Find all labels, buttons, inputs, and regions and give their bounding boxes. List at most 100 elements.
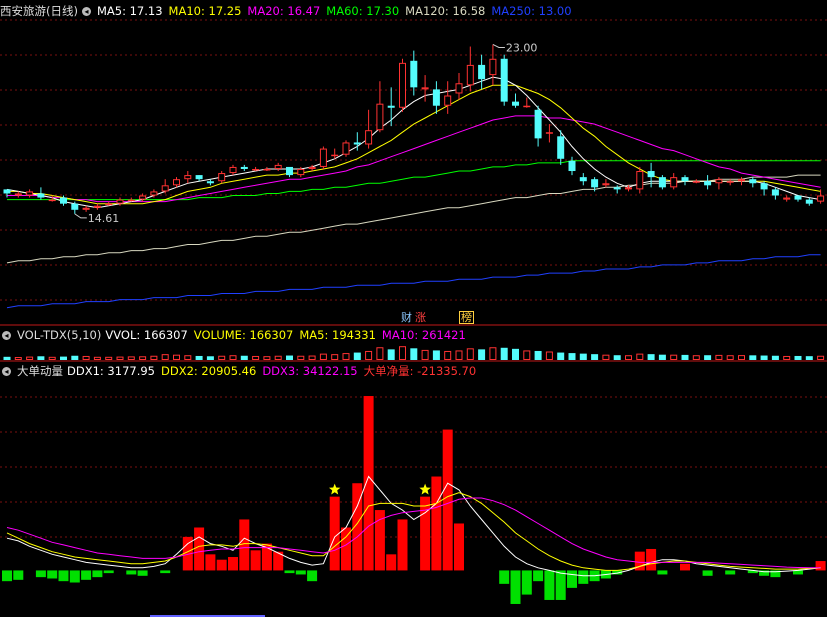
volume-bar	[353, 352, 361, 360]
candle-body	[545, 132, 553, 134]
candle-body	[82, 207, 90, 210]
candle-body	[760, 183, 768, 190]
volume-bar	[150, 355, 158, 360]
candle	[37, 187, 45, 200]
candle-body	[48, 199, 56, 202]
stock-title[interactable]: 西安旅游(日线)	[0, 4, 78, 18]
volume-bar	[105, 356, 113, 360]
volume-bar	[37, 356, 45, 360]
volume-bar	[297, 355, 305, 360]
rise-badge[interactable]: 涨	[414, 311, 427, 324]
ddx-indicator-name[interactable]: 大单动量	[17, 364, 63, 378]
ma120-line	[6, 174, 821, 264]
volume-bar	[365, 350, 373, 360]
candle	[286, 166, 293, 178]
volume-bar	[399, 346, 406, 360]
volume-bar	[500, 347, 508, 360]
volume-bar	[319, 353, 327, 360]
ma60-line	[7, 160, 821, 201]
info-icon[interactable]: ◂	[81, 7, 91, 16]
volume-bar	[591, 354, 599, 360]
stock-chart[interactable]: 23.00 14.61	[0, 0, 827, 617]
volume-bar	[71, 355, 79, 360]
net-order-bar	[92, 570, 103, 578]
net-order-bar	[13, 570, 24, 580]
volume-bar	[240, 355, 248, 360]
volume-bar	[14, 357, 22, 360]
vvol-readout: VVOL: 166307	[105, 328, 188, 342]
net-order-bar	[137, 570, 148, 576]
volume-bar	[93, 356, 101, 360]
volume-bar	[726, 355, 734, 360]
candle	[376, 81, 384, 133]
volume-bar	[534, 350, 542, 360]
candle	[399, 58, 406, 112]
volume-bar	[568, 353, 576, 360]
candle-body	[116, 199, 124, 204]
candle-body	[681, 177, 689, 182]
candle	[523, 97, 531, 108]
ddx2-line	[6, 492, 821, 571]
ddx3-line	[6, 497, 821, 569]
net-order-bar	[657, 570, 668, 575]
vol-indicator-name[interactable]: VOL-TDX(5,10)	[17, 328, 101, 342]
candle-body	[218, 173, 226, 182]
volume-panel	[3, 346, 825, 361]
candle	[749, 177, 757, 188]
signal-star	[419, 483, 431, 495]
candle-body	[71, 203, 79, 210]
ma5-line	[6, 76, 821, 209]
volume-bar	[794, 355, 802, 360]
candle	[466, 46, 474, 92]
info-icon[interactable]: ◂	[2, 331, 11, 340]
net-order-bar	[228, 557, 238, 571]
price-panel: 23.00 14.61	[3, 41, 825, 309]
net-order-bar	[295, 570, 306, 575]
candle	[3, 189, 11, 198]
volume-bar	[466, 348, 474, 360]
candle	[579, 173, 587, 186]
candle	[568, 156, 576, 176]
candle	[512, 93, 519, 108]
candle-body	[726, 181, 734, 183]
volume-bar	[760, 355, 768, 360]
net-order-bar	[58, 570, 69, 582]
net-order-bar	[725, 570, 736, 575]
net-order-bar	[307, 570, 318, 582]
candle-body	[625, 187, 632, 190]
candle-body	[557, 136, 565, 159]
volume-bar	[613, 355, 621, 360]
candle	[805, 197, 813, 206]
ranking-badge[interactable]: 榜	[459, 311, 474, 324]
ddx-panel	[2, 396, 826, 604]
net-order-bar	[567, 570, 577, 588]
net-order-bar	[103, 570, 114, 574]
volume-bar	[410, 348, 418, 360]
ddx1-readout: DDX1: 3177.95	[67, 364, 155, 378]
candle	[421, 75, 429, 102]
candle-body	[26, 191, 34, 196]
candle-body	[274, 164, 282, 169]
candle	[771, 187, 779, 200]
candle	[93, 203, 101, 210]
ma60-readout: MA60: 17.30	[326, 4, 400, 18]
info-icon[interactable]: ◂	[2, 367, 11, 376]
net-order-bar	[160, 570, 171, 574]
candle	[387, 87, 395, 127]
candle-body	[365, 130, 373, 145]
net-order-bar	[521, 570, 532, 595]
candle	[455, 73, 463, 100]
candle-body	[512, 101, 519, 106]
ma250-readout: MA250: 13.00	[491, 4, 572, 18]
ma5-readout: MA5: 17.13	[96, 4, 163, 18]
signal-star	[329, 483, 341, 495]
net-order-bar	[386, 554, 397, 571]
candle	[444, 81, 452, 114]
candle	[105, 201, 113, 206]
volume-bar	[26, 356, 34, 361]
volume-bar	[478, 349, 486, 360]
net-large-order-readout: 大单净量: -21335.70	[363, 364, 477, 378]
candle-body	[534, 109, 542, 139]
finance-badge[interactable]: 财	[400, 311, 413, 324]
volume-bar	[704, 355, 712, 360]
